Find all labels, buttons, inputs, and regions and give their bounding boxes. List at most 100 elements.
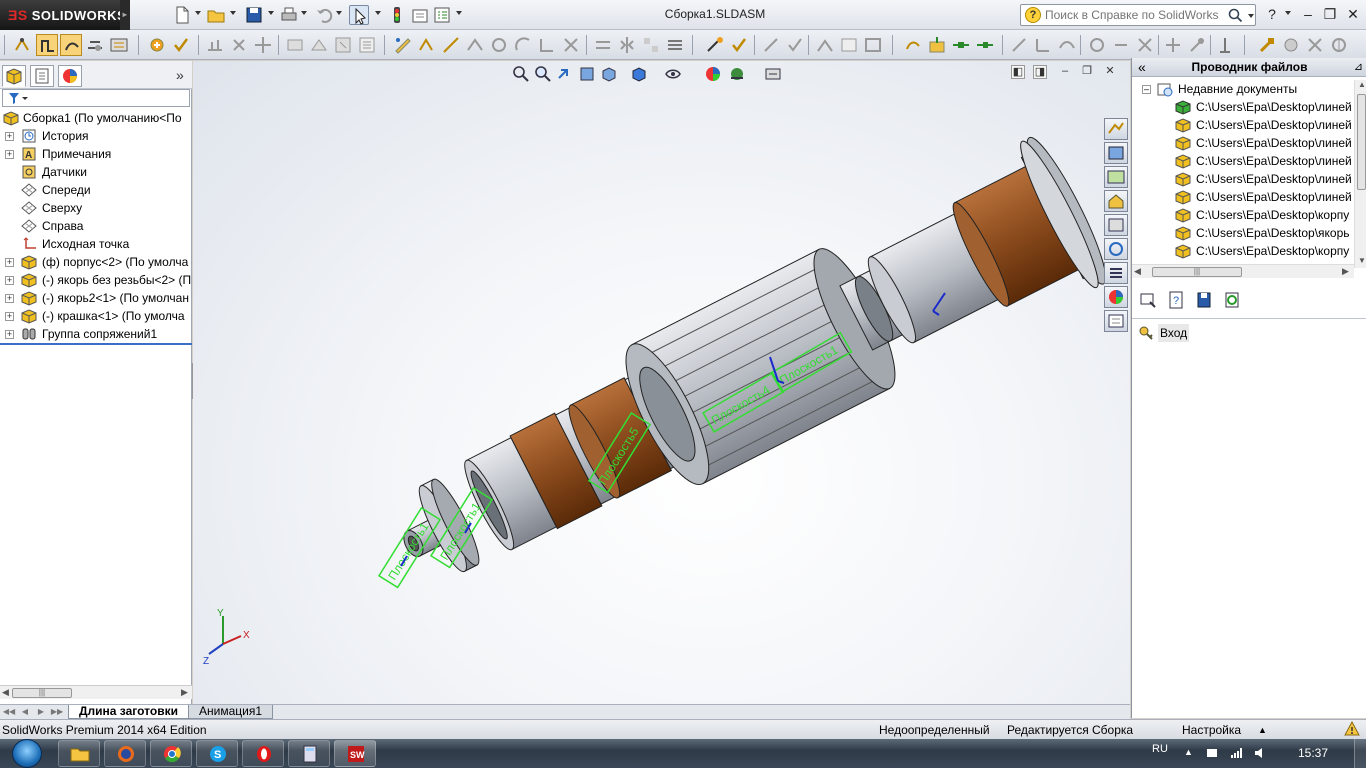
file-properties-icon[interactable] xyxy=(410,5,430,25)
tree-item[interactable]: + Группа сопряжений1 xyxy=(0,325,192,343)
solidworks-resources-icon[interactable] xyxy=(1104,118,1128,140)
section-view-icon[interactable] xyxy=(1162,34,1184,56)
mass-properties-icon[interactable] xyxy=(1134,34,1156,56)
open-in-solidworks-icon[interactable] xyxy=(1138,290,1158,310)
filter-icon[interactable] xyxy=(7,91,31,105)
mirror-entities-icon[interactable] xyxy=(616,34,638,56)
interference-detection-icon[interactable] xyxy=(1186,34,1208,56)
check-icon[interactable] xyxy=(170,34,192,56)
rectangle-icon[interactable] xyxy=(464,34,486,56)
hide-show-icon[interactable] xyxy=(1304,34,1326,56)
tree-item[interactable]: + A Примечания xyxy=(0,145,192,163)
insert-components-icon[interactable] xyxy=(146,34,168,56)
refresh-icon[interactable] xyxy=(1104,238,1128,260)
help-search-box[interactable]: ? xyxy=(1020,4,1256,26)
language-indicator[interactable]: RU xyxy=(1152,743,1168,755)
curve-icon[interactable] xyxy=(1056,34,1078,56)
help-search-input[interactable] xyxy=(1045,7,1225,23)
recent-document-item[interactable]: C:\Users\Ера\Desktop\линей xyxy=(1132,152,1354,170)
scroll-thumb[interactable]: ||| xyxy=(12,688,72,698)
rotate-component-icon[interactable] xyxy=(84,34,106,56)
recent-document-item[interactable]: C:\Users\Ера\Desktop\линей xyxy=(1132,188,1354,206)
tray-expand-icon[interactable]: ▲ xyxy=(1184,747,1196,759)
document-help-icon[interactable]: ? xyxy=(1166,290,1186,310)
recent-document-item[interactable]: C:\Users\Ера\Desktop\линей xyxy=(1132,116,1354,134)
spline-icon[interactable] xyxy=(536,34,558,56)
pin-icon[interactable]: ⊿ xyxy=(1354,58,1363,77)
scroll-left-icon[interactable]: ◀ xyxy=(2,687,9,698)
tree-item[interactable]: + (ф) порпус<2> (По умолча xyxy=(0,253,192,271)
close-window-button[interactable]: ✕ xyxy=(1343,5,1363,25)
expand-node-icon[interactable]: + xyxy=(5,294,14,303)
taskbar-skype[interactable]: S xyxy=(196,740,238,767)
loft-icon[interactable] xyxy=(838,34,860,56)
show-desktop-button[interactable] xyxy=(1354,739,1366,768)
hole-wizard-icon[interactable] xyxy=(926,34,948,56)
open-dropdown[interactable] xyxy=(230,11,236,15)
apply-scene-icon[interactable] xyxy=(727,64,747,84)
help-menu-icon[interactable]: ? xyxy=(1262,5,1282,25)
move-triad-icon[interactable] xyxy=(1214,34,1236,56)
expand-node-icon[interactable]: + xyxy=(5,132,14,141)
rebuild-traffic-light-icon[interactable] xyxy=(387,5,407,25)
tree-item[interactable]: Справа xyxy=(0,217,192,235)
viewport-restore-button[interactable]: ❐ xyxy=(1080,65,1094,79)
new-dropdown[interactable] xyxy=(195,11,201,15)
property-manager-tab[interactable] xyxy=(30,65,54,87)
exploded-view-icon[interactable] xyxy=(108,34,130,56)
undo-dropdown[interactable] xyxy=(336,11,342,15)
open-folder-icon[interactable] xyxy=(206,5,226,25)
taskbar-explorer[interactable] xyxy=(58,740,100,767)
sketch-pattern-icon[interactable] xyxy=(640,34,662,56)
offset-entities-icon[interactable] xyxy=(592,34,614,56)
solidworks-logo[interactable]: ƎS SOLIDWORKS ▸ xyxy=(0,0,130,30)
select-cursor-icon[interactable] xyxy=(349,5,369,25)
plane-icon[interactable] xyxy=(1008,34,1030,56)
restore-window-button[interactable]: ❐ xyxy=(1320,5,1340,25)
forum-icon[interactable] xyxy=(1104,310,1128,332)
suppress-icon[interactable] xyxy=(1280,34,1302,56)
scroll-thumb[interactable] xyxy=(1357,94,1366,190)
save-document-icon[interactable] xyxy=(1194,290,1214,310)
home-icon[interactable] xyxy=(1104,190,1128,212)
file-explorer-horizontal-scrollbar[interactable]: ◀ ||| ▶ xyxy=(1132,264,1354,278)
tree-item[interactable]: + (-) якорь без резьбы<2> (П xyxy=(0,271,192,289)
viewport-minimize-button[interactable]: – xyxy=(1058,65,1072,79)
collapse-task-pane-icon[interactable]: « xyxy=(1138,58,1146,77)
tree-item[interactable]: Исходная точка xyxy=(0,235,192,253)
split-horizontal-button[interactable]: ◧ xyxy=(1011,65,1025,79)
trim-icon[interactable] xyxy=(560,34,582,56)
volume-icon[interactable] xyxy=(1254,747,1266,759)
extrude-icon[interactable] xyxy=(760,34,782,56)
split-vertical-button[interactable]: ◨ xyxy=(1033,65,1047,79)
rib-icon[interactable] xyxy=(902,34,924,56)
recent-documents-node[interactable]: – Недавние документы xyxy=(1132,80,1354,98)
circle-icon[interactable] xyxy=(488,34,510,56)
recent-document-item[interactable]: C:\Users\Ера\Desktop\якорь xyxy=(1132,224,1354,242)
reference-geometry-icon[interactable] xyxy=(308,34,330,56)
axis-icon[interactable] xyxy=(974,34,996,56)
assembly-model[interactable]: Плоскость1 Плоскость1Плоскость5Плоскость4… xyxy=(193,61,1130,704)
rebuild-warning-icon[interactable] xyxy=(1344,721,1360,737)
collapse-node-icon[interactable]: – xyxy=(1142,85,1151,94)
tree-rollback-bar[interactable] xyxy=(0,343,192,345)
tree-item[interactable]: Сверху xyxy=(0,199,192,217)
network-icon[interactable] xyxy=(1230,747,1242,759)
fillet-icon[interactable] xyxy=(728,34,750,56)
refresh-list-icon[interactable] xyxy=(1222,290,1242,310)
scroll-right-icon[interactable]: ▶ xyxy=(181,687,188,698)
clock[interactable]: 15:37 xyxy=(1298,746,1328,760)
sweep-icon[interactable] xyxy=(814,34,836,56)
scroll-down-icon[interactable]: ▼ xyxy=(1358,256,1366,265)
minimize-window-button[interactable]: – xyxy=(1298,5,1318,25)
smart-sketch-icon[interactable] xyxy=(416,34,438,56)
new-motion-study-icon[interactable] xyxy=(332,34,354,56)
viewport-close-button[interactable]: ✕ xyxy=(1103,65,1117,79)
print-dropdown[interactable] xyxy=(301,11,307,15)
shell-icon[interactable] xyxy=(862,34,884,56)
tab-next-icon[interactable]: ▶ xyxy=(34,707,48,718)
display-manager-tab[interactable] xyxy=(58,65,82,87)
smart-fasteners-icon[interactable] xyxy=(228,34,250,56)
print-icon[interactable] xyxy=(279,5,299,25)
recent-document-item[interactable]: C:\Users\Ера\Desktop\линей xyxy=(1132,170,1354,188)
